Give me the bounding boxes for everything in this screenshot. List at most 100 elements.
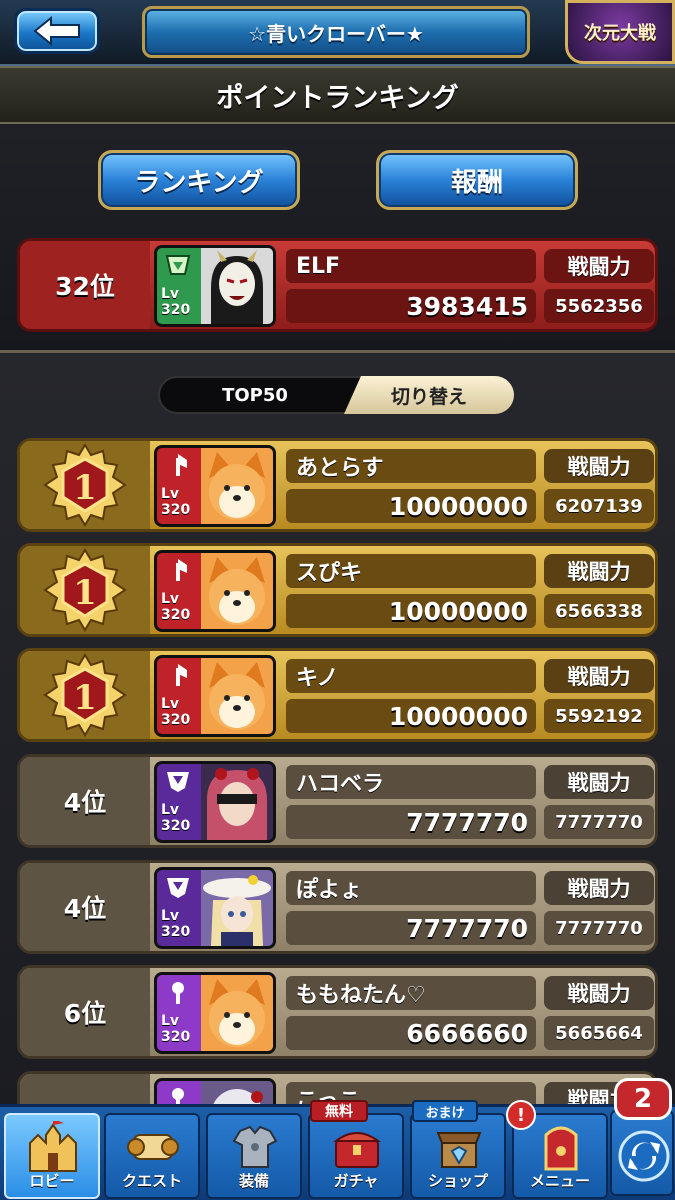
power-value: 5665664 bbox=[555, 1022, 643, 1044]
svg-text:1: 1 bbox=[73, 468, 97, 508]
guild-title-plate: ☆青いクローバー★ bbox=[142, 6, 530, 58]
score-value: 10000000 bbox=[388, 491, 528, 521]
level-label: Lv 320 bbox=[161, 908, 191, 940]
ranking-row[interactable]: 1 Lv 320 スぴキ 10000000 戦闘力 6566338 bbox=[17, 543, 658, 637]
blindfold-girl-portrait bbox=[201, 764, 273, 840]
power-value-box: 5665664 bbox=[544, 1016, 654, 1050]
power-label-box: 戦闘力 bbox=[544, 765, 654, 799]
rank-label: 4位 bbox=[63, 894, 107, 923]
player-name: ハコベラ bbox=[296, 772, 385, 797]
nav-equipment-label: 装備 bbox=[238, 1172, 269, 1190]
free-badge: 無料 bbox=[310, 1100, 368, 1122]
power-label: 戦闘力 bbox=[567, 560, 631, 584]
class-emblem-icon bbox=[165, 255, 191, 275]
player-name: キノ bbox=[296, 666, 339, 691]
back-button[interactable] bbox=[14, 8, 100, 54]
power-value-box: 6207139 bbox=[544, 489, 654, 523]
nav-lobby[interactable]: ロビー bbox=[4, 1113, 100, 1199]
player-name-box: ももねたん♡ bbox=[286, 976, 536, 1010]
rank-label: 4位 bbox=[63, 788, 107, 817]
power-value-box: 5592192 bbox=[544, 699, 654, 733]
score-box: 6666660 bbox=[286, 1016, 536, 1050]
rank-label: 6位 bbox=[63, 999, 107, 1028]
power-label: 戦闘力 bbox=[567, 877, 631, 901]
power-label-box: 戦闘力 bbox=[544, 554, 654, 588]
axe-emblem-icon bbox=[176, 664, 187, 686]
avatar[interactable]: Lv 320 bbox=[154, 972, 276, 1054]
nav-menu-label: メニュー bbox=[529, 1172, 590, 1190]
avatar[interactable]: Lv 320 bbox=[154, 245, 276, 327]
svg-text:1: 1 bbox=[73, 678, 97, 718]
power-value: 6566338 bbox=[555, 600, 643, 622]
shiba-dog-portrait bbox=[201, 553, 273, 629]
player-name-box: ハコベラ bbox=[286, 765, 536, 799]
power-label: 戦闘力 bbox=[567, 771, 631, 795]
top-bar: ☆青いクローバー★ 次元大戦 bbox=[0, 0, 675, 66]
alert-badge: ! bbox=[506, 1100, 536, 1130]
nav-equipment[interactable]: 装備 bbox=[206, 1113, 302, 1199]
ranking-row[interactable]: 4位 Lv 320 ハコベラ 7777770 戦闘力 7777770 bbox=[17, 754, 658, 848]
tab-reward-label: 報酬 bbox=[450, 167, 503, 198]
tab-reward[interactable]: 報酬 bbox=[376, 150, 578, 210]
refresh-button[interactable] bbox=[610, 1110, 674, 1196]
score-value: 7777770 bbox=[406, 807, 528, 837]
ranking-row[interactable]: 6位 Lv 320 ももねたん♡ 6666660 戦闘力 5665664 bbox=[17, 965, 658, 1059]
avatar[interactable]: Lv 320 bbox=[154, 867, 276, 949]
hat-girl-portrait bbox=[201, 870, 273, 946]
player-name-box: あとらす bbox=[286, 449, 536, 483]
first-place-medal-icon: 1 bbox=[43, 548, 127, 632]
level-label: Lv 320 bbox=[161, 486, 191, 518]
shiba-dog-portrait bbox=[201, 658, 273, 734]
nav-shop[interactable]: ショップ bbox=[410, 1113, 506, 1199]
switch-button[interactable]: 切り替え bbox=[344, 376, 514, 414]
nav-quest[interactable]: クエスト bbox=[104, 1113, 200, 1199]
player-name: ぽよょ bbox=[296, 878, 363, 903]
nav-shop-label: ショップ bbox=[427, 1172, 488, 1190]
power-value: 5562356 bbox=[555, 295, 643, 317]
player-name-box: スぴキ bbox=[286, 554, 536, 588]
oni-mask-portrait bbox=[201, 248, 273, 324]
rank-cell: 4位 bbox=[20, 863, 150, 951]
class-emblem-icon bbox=[167, 772, 189, 792]
power-value: 6207139 bbox=[555, 495, 643, 517]
arrow-left-icon bbox=[33, 16, 80, 46]
score-box: 7777770 bbox=[286, 805, 536, 839]
player-name-box: キノ bbox=[286, 659, 536, 693]
avatar[interactable]: Lv 320 bbox=[154, 655, 276, 737]
score-box: 10000000 bbox=[286, 699, 536, 733]
first-place-medal-icon: 1 bbox=[43, 653, 127, 737]
player-name: あとらす bbox=[296, 456, 384, 481]
rank-label: 32位 bbox=[55, 272, 115, 301]
refresh-icon bbox=[618, 1130, 670, 1182]
avatar[interactable]: Lv 320 bbox=[154, 445, 276, 527]
score-value: 10000000 bbox=[388, 701, 528, 731]
avatar[interactable]: Lv 320 bbox=[154, 761, 276, 843]
power-value-box: 5562356 bbox=[544, 289, 654, 323]
level-label: Lv 320 bbox=[161, 591, 191, 623]
armor-icon bbox=[232, 1125, 278, 1168]
power-value: 7777770 bbox=[555, 811, 643, 833]
tab-ranking[interactable]: ランキング bbox=[98, 150, 300, 210]
svg-text:1: 1 bbox=[73, 573, 97, 613]
rank-cell: 1 bbox=[20, 441, 150, 529]
power-label: 戦闘力 bbox=[567, 455, 631, 479]
ranking-row[interactable]: 1 Lv 320 キノ 10000000 戦闘力 5592192 bbox=[17, 648, 658, 742]
ranking-row[interactable]: 1 Lv 320 あとらす 10000000 戦闘力 6207139 bbox=[17, 438, 658, 532]
shop-icon bbox=[436, 1132, 482, 1168]
class-emblem-icon bbox=[167, 878, 189, 898]
level-label: Lv 320 bbox=[161, 802, 191, 834]
nav-gacha[interactable]: ガチャ bbox=[308, 1113, 404, 1199]
score-value: 6666660 bbox=[406, 1018, 528, 1048]
dimension-war-badge[interactable]: 次元大戦 bbox=[565, 0, 675, 64]
avatar[interactable]: Lv 320 bbox=[154, 550, 276, 632]
castle-icon bbox=[29, 1121, 77, 1172]
guild-title: ☆青いクローバー★ bbox=[248, 21, 424, 46]
ranking-row[interactable]: 4位 Lv 320 ぽよょ 7777770 戦闘力 7777770 bbox=[17, 860, 658, 954]
score-value: 10000000 bbox=[388, 596, 528, 626]
power-label-box: 戦闘力 bbox=[544, 871, 654, 905]
page-title: ポイントランキング bbox=[216, 82, 459, 114]
power-label-box: 戦闘力 bbox=[544, 976, 654, 1010]
self-ranking-row[interactable]: 32位 Lv 320 ELF 3983415 戦闘力 5562356 bbox=[17, 238, 658, 332]
power-label-box: 戦闘力 bbox=[544, 449, 654, 483]
level-label: Lv 320 bbox=[161, 1013, 191, 1045]
